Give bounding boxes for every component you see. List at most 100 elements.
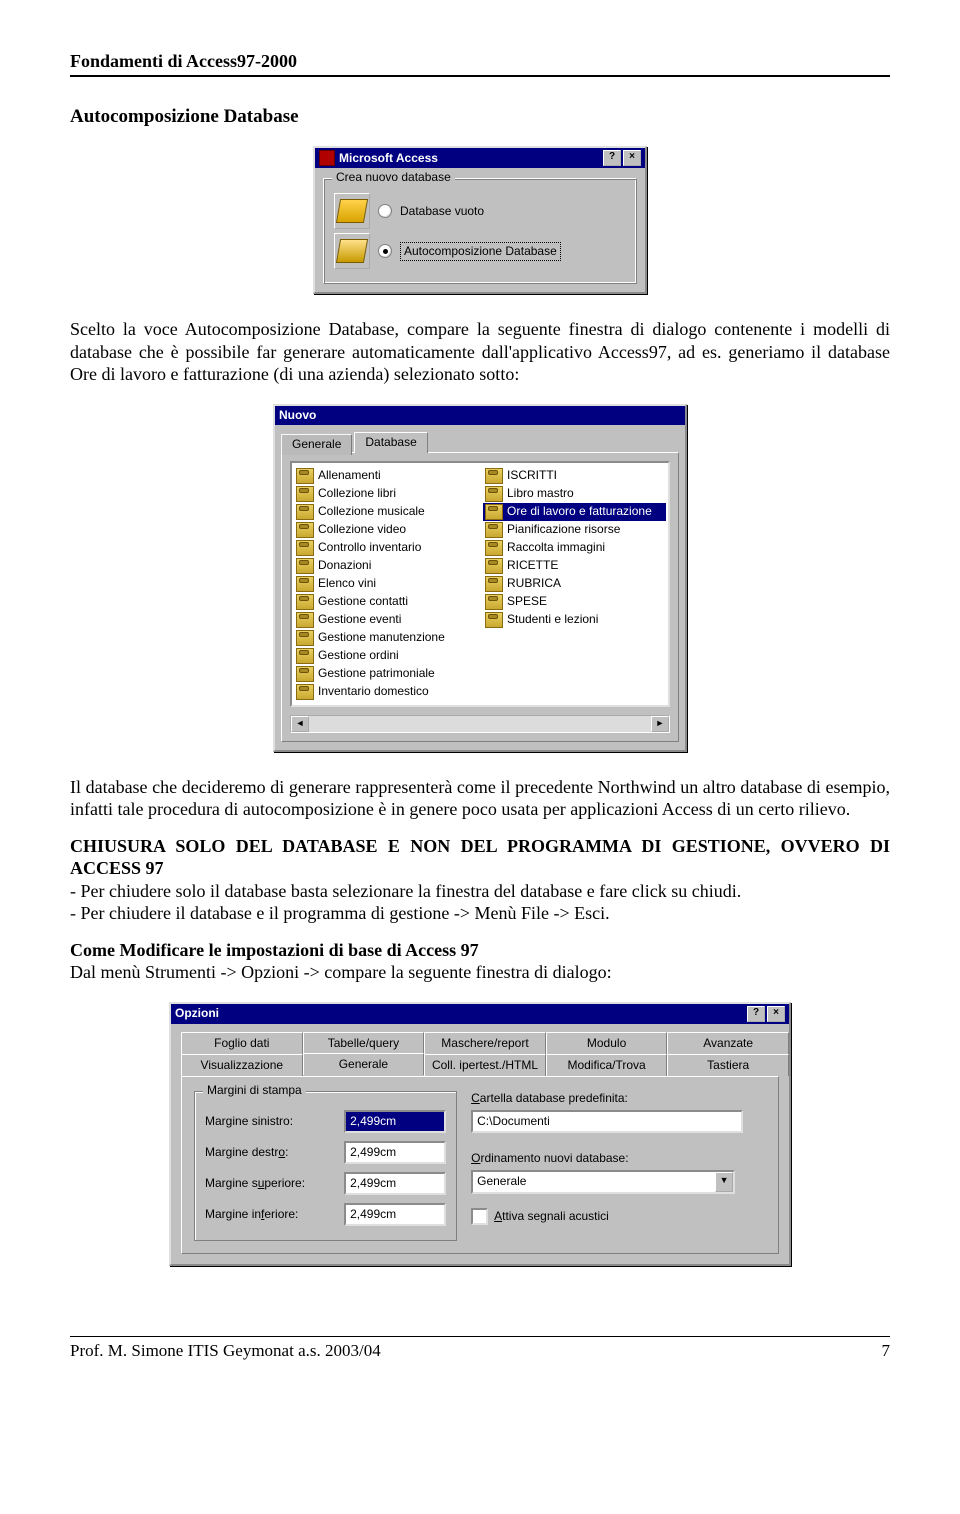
input-margin-top[interactable]: 2,499cm [344, 1172, 446, 1195]
help-button[interactable]: ? [603, 150, 621, 166]
tab-tabelle-query[interactable]: Tabelle/query [303, 1032, 425, 1054]
label-margin-top: Margine superiore: [205, 1176, 305, 1191]
template-icon [296, 648, 314, 664]
list-item-label: SPESE [507, 594, 547, 609]
tab-database[interactable]: Database [354, 432, 427, 453]
titlebar: Microsoft Access ? × [315, 148, 645, 168]
running-header: Fondamenti di Access97-2000 [70, 50, 890, 77]
list-item[interactable]: Controllo inventario [294, 539, 477, 557]
tab-maschere-report[interactable]: Maschere/report [424, 1032, 546, 1054]
list-item-label: Ore di lavoro e fatturazione [507, 504, 652, 519]
input-margin-bottom[interactable]: 2,499cm [344, 1203, 446, 1226]
list-item-label: Collezione libri [318, 486, 396, 501]
tab-generale[interactable]: Generale [303, 1053, 425, 1075]
input-default-folder[interactable]: C:\Documenti [471, 1110, 743, 1133]
list-item[interactable]: Inventario domestico [294, 683, 477, 701]
template-icon [296, 540, 314, 556]
tab-foglio-dati[interactable]: Foglio dati [181, 1032, 303, 1054]
paragraph-subhead: Come Modificare le impostazioni di base … [70, 939, 890, 984]
list-item[interactable]: ISCRITTI [483, 467, 666, 485]
list-item[interactable]: Gestione manutenzione [294, 629, 477, 647]
tab-tastiera[interactable]: Tastiera [667, 1054, 789, 1076]
template-icon [485, 468, 503, 484]
list-item[interactable]: RUBRICA [483, 575, 666, 593]
list-item[interactable]: RICETTE [483, 557, 666, 575]
radio-row-blank[interactable]: Database vuoto [334, 193, 626, 229]
scrollbar-horizontal[interactable]: ◄ ► [290, 715, 670, 733]
template-icon [296, 576, 314, 592]
template-icon [296, 594, 314, 610]
template-icon [296, 666, 314, 682]
list-item-label: Collezione musicale [318, 504, 425, 519]
template-icon [296, 612, 314, 628]
section-title: Autocomposizione Database [70, 105, 890, 129]
tab-modifica-trova[interactable]: Modifica/Trova [546, 1054, 668, 1076]
blank-db-icon [334, 193, 370, 229]
list-item[interactable]: Elenco vini [294, 575, 477, 593]
list-item[interactable]: Collezione musicale [294, 503, 477, 521]
dialog-opzioni: Opzioni ? × Foglio datiTabelle/queryMasc… [169, 1002, 791, 1266]
list-item[interactable]: Gestione ordini [294, 647, 477, 665]
footer-page-number: 7 [882, 1340, 891, 1361]
list-item-label: Collezione video [318, 522, 406, 537]
group-margins: Margini di stampa Margine sinistro: 2,49… [194, 1091, 457, 1241]
close-button[interactable]: × [767, 1006, 785, 1022]
list-item-label: Elenco vini [318, 576, 376, 591]
list-item[interactable]: SPESE [483, 593, 666, 611]
list-item-label: Donazioni [318, 558, 371, 573]
checkbox-sounds[interactable] [471, 1208, 488, 1225]
chevron-down-icon[interactable]: ▼ [715, 1172, 733, 1192]
list-item-label: ISCRITTI [507, 468, 557, 483]
list-item[interactable]: Donazioni [294, 557, 477, 575]
list-item[interactable]: Pianificazione risorse [483, 521, 666, 539]
list-item-label: Studenti e lezioni [507, 612, 598, 627]
list-item[interactable]: Studenti e lezioni [483, 611, 666, 629]
file-list[interactable]: AllenamentiCollezione libri Collezione mu… [290, 461, 670, 707]
dialog-new-database: Microsoft Access ? × Crea nuovo database… [313, 146, 647, 294]
tab-panel: AllenamentiCollezione libri Collezione mu… [281, 452, 679, 742]
help-button[interactable]: ? [747, 1006, 765, 1022]
list-item[interactable]: Gestione contatti [294, 593, 477, 611]
radio-label: Database vuoto [400, 204, 484, 219]
template-icon [485, 522, 503, 538]
list-item-label: Gestione manutenzione [318, 630, 445, 645]
subhead-text: Dal menù Strumenti -> Opzioni -> compare… [70, 962, 612, 982]
list-item-label: Libro mastro [507, 486, 574, 501]
close-button[interactable]: × [623, 150, 641, 166]
tab-coll-ipertest-html[interactable]: Coll. ipertest./HTML [424, 1054, 546, 1076]
radio-row-wizard[interactable]: Autocomposizione Database [334, 233, 626, 269]
paragraph: Il database che decideremo di generare r… [70, 776, 890, 821]
tab-modulo[interactable]: Modulo [546, 1032, 668, 1054]
wizard-db-icon [334, 233, 370, 269]
tab-generale[interactable]: Generale [281, 434, 352, 455]
template-icon [296, 558, 314, 574]
list-item-label: RICETTE [507, 558, 558, 573]
scroll-right-button[interactable]: ► [651, 716, 669, 732]
template-icon [485, 504, 503, 520]
subhead: Come Modificare le impostazioni di base … [70, 940, 479, 960]
radio-wizard[interactable] [378, 244, 392, 258]
checkbox-row-sounds[interactable]: Attiva segnali acustici [471, 1208, 766, 1225]
list-item[interactable]: Ore di lavoro e fatturazione [483, 503, 666, 521]
list-item[interactable]: Collezione libri [294, 485, 477, 503]
list-item[interactable]: Raccolta immagini [483, 539, 666, 557]
list-item[interactable]: Collezione video [294, 521, 477, 539]
tab-avanzate[interactable]: Avanzate [667, 1032, 789, 1054]
bullet-line: - Per chiudere solo il database basta se… [70, 881, 741, 901]
groupbox-legend: Crea nuovo database [332, 170, 455, 185]
template-icon [296, 468, 314, 484]
input-margin-left[interactable]: 2,499cm [344, 1110, 446, 1133]
list-item[interactable]: Allenamenti [294, 467, 477, 485]
titlebar-text: Microsoft Access [339, 151, 438, 166]
template-icon [485, 594, 503, 610]
radio-blank[interactable] [378, 204, 392, 218]
list-item[interactable]: Gestione patrimoniale [294, 665, 477, 683]
scroll-left-button[interactable]: ◄ [291, 716, 309, 732]
group-legend: Margini di stampa [203, 1083, 306, 1098]
combo-sort-order[interactable]: Generale ▼ [471, 1170, 735, 1194]
list-item[interactable]: Gestione eventi [294, 611, 477, 629]
tab-visualizzazione[interactable]: Visualizzazione [181, 1054, 303, 1076]
input-margin-right[interactable]: 2,499cm [344, 1141, 446, 1164]
list-item[interactable]: Libro mastro [483, 485, 666, 503]
caps-heading: CHIUSURA SOLO DEL DATABASE E NON DEL PRO… [70, 836, 890, 879]
